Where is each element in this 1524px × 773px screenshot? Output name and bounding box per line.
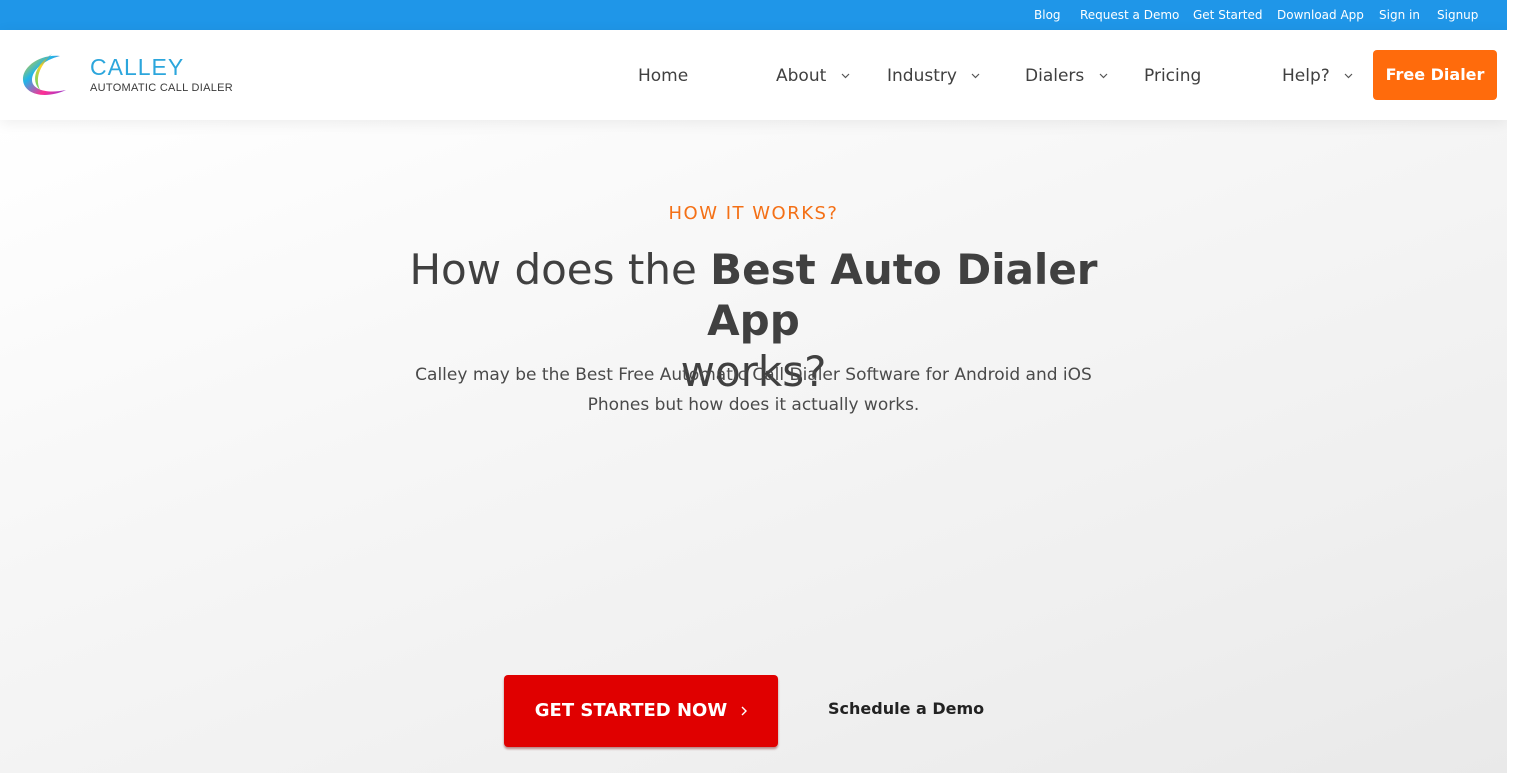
topbar-link-download-app[interactable]: Download App: [1277, 8, 1364, 22]
logo-swirl-icon: [22, 54, 66, 95]
topbar-link-blog[interactable]: Blog: [1034, 8, 1061, 22]
nav-item-label: Dialers: [1025, 66, 1085, 86]
hero-section: HOW IT WORKS? How does the Best Auto Dia…: [0, 120, 1507, 773]
nav-item-label: Pricing: [1144, 66, 1202, 86]
topbar-link-sign-in[interactable]: Sign in: [1379, 8, 1420, 22]
nav-item-help[interactable]: Help?: [1282, 66, 1353, 86]
schedule-demo-link[interactable]: Schedule a Demo: [828, 699, 984, 719]
logo-tagline: AUTOMATIC CALL DIALER: [90, 82, 234, 94]
nav-item-about[interactable]: About: [776, 66, 850, 86]
chevron-down-icon: [1099, 73, 1108, 79]
free-dialer-button[interactable]: Free Dialer: [1373, 50, 1497, 100]
top-utility-bar: Blog Request a Demo Get Started Download…: [0, 0, 1507, 30]
nav-item-dialers[interactable]: Dialers: [1025, 66, 1108, 86]
nav-item-pricing[interactable]: Pricing: [1144, 66, 1201, 86]
nav-item-home[interactable]: Home: [638, 66, 688, 86]
scrollbar-gutter: [1507, 0, 1524, 773]
logo-name: CALLEY: [90, 54, 185, 80]
cta-label: GET STARTED NOW: [534, 700, 728, 721]
headline-lead: How does the: [409, 245, 697, 294]
topbar-link-signup[interactable]: Signup: [1437, 8, 1478, 22]
get-started-now-button[interactable]: GET STARTED NOW: [504, 675, 778, 747]
page: Blog Request a Demo Get Started Download…: [0, 0, 1507, 773]
nav-item-label: Industry: [887, 66, 957, 86]
logo[interactable]: CALLEY AUTOMATIC CALL DIALER: [18, 50, 233, 102]
topbar-link-request-demo[interactable]: Request a Demo: [1080, 8, 1179, 22]
chevron-down-icon: [971, 73, 980, 79]
nav-item-label: Help?: [1282, 66, 1330, 86]
chevron-right-icon: [741, 706, 748, 716]
nav-item-industry[interactable]: Industry: [887, 66, 980, 86]
section-eyebrow: HOW IT WORKS?: [668, 203, 839, 224]
chevron-down-icon: [841, 73, 850, 79]
hero-description: Calley may be the Best Free Automatic Ca…: [415, 365, 1092, 415]
chevron-down-icon: [1344, 73, 1353, 79]
nav-item-label: Home: [638, 66, 689, 86]
main-header: CALLEY AUTOMATIC CALL DIALER Home About …: [0, 30, 1507, 120]
nav-item-label: About: [776, 66, 827, 86]
topbar-link-get-started[interactable]: Get Started: [1193, 8, 1263, 22]
headline-emphasis: Best Auto Dialer App: [707, 245, 1098, 345]
